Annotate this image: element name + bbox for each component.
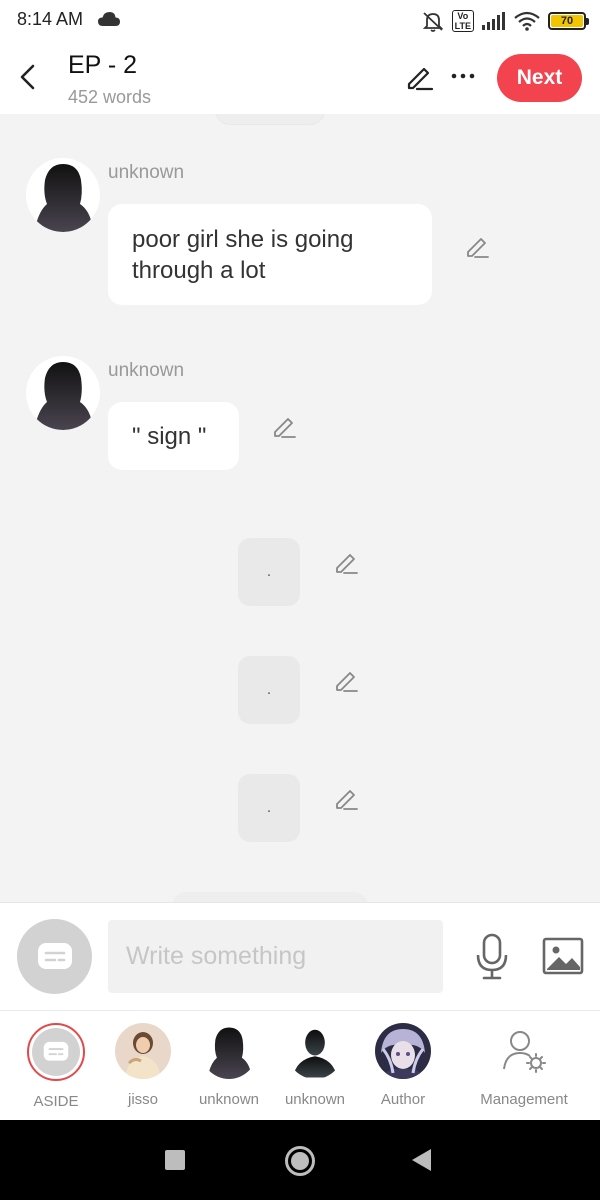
avatar [201, 1023, 257, 1079]
avatar [27, 1023, 85, 1081]
composer [0, 902, 600, 1010]
female-silhouette-icon [36, 362, 92, 430]
avatar [287, 1023, 343, 1079]
home-button[interactable] [285, 1146, 315, 1176]
narration-bubble[interactable]: . [238, 538, 300, 606]
chat-area[interactable]: unknown poor girl she is going through a … [0, 114, 600, 902]
male-silhouette-icon [293, 1029, 337, 1078]
message-sender: unknown [108, 162, 185, 183]
editor-header: EP - 2 452 words Next [0, 42, 600, 114]
volte-bottom: LTE [454, 21, 471, 31]
message-input[interactable] [108, 920, 443, 993]
avatar-unknown-silhouette[interactable] [26, 158, 100, 232]
narration-bubble[interactable]: . [238, 656, 300, 724]
next-item-peek [172, 892, 368, 902]
back-nav-button[interactable] [412, 1149, 431, 1171]
character-label: unknown [284, 1091, 346, 1108]
character-aside[interactable]: ASIDE [11, 1023, 101, 1110]
wifi-icon [514, 11, 540, 31]
status-bar: 8:14 AM Vo LTE 70 [0, 0, 600, 42]
aside-chat-icon [43, 1041, 69, 1061]
back-button[interactable] [14, 62, 40, 92]
recent-apps-button[interactable] [165, 1150, 185, 1170]
edit-message-icon[interactable] [464, 234, 490, 260]
cloud-icon [98, 12, 120, 26]
female-silhouette-icon [208, 1027, 251, 1079]
message-bubble[interactable]: " sign " [108, 402, 239, 470]
character-jisso[interactable]: jisso [98, 1023, 188, 1108]
character-label: Management [480, 1091, 568, 1108]
volte-top: Vo [457, 11, 469, 21]
status-time: 8:14 AM [17, 9, 84, 29]
chevron-left-icon [20, 64, 35, 90]
character-label: Author [380, 1091, 426, 1108]
jisso-photo-avatar [115, 1023, 171, 1079]
edit-title-button[interactable] [404, 62, 434, 92]
signal-icon [482, 12, 505, 30]
edit-narration-icon[interactable] [333, 668, 359, 694]
edit-narration-icon[interactable] [333, 550, 359, 576]
author-anime-avatar [375, 1023, 431, 1079]
character-unknown-female[interactable]: unknown [184, 1023, 274, 1108]
character-label: jisso [127, 1091, 158, 1108]
narration-bubble[interactable]: . [238, 774, 300, 842]
page-title: EP - 2 [68, 51, 138, 79]
character-author[interactable]: Author [358, 1023, 448, 1108]
next-button[interactable]: Next [497, 54, 582, 102]
message-text: poor girl she is going through a lot [132, 225, 354, 284]
battery-icon: 70 [548, 12, 589, 30]
avatar [375, 1023, 431, 1079]
character-label: unknown [198, 1091, 260, 1108]
microphone-icon[interactable] [474, 933, 510, 981]
volte-icon: Vo LTE [451, 10, 474, 32]
message-sender: unknown [108, 360, 185, 381]
aside-chat-icon [37, 942, 72, 969]
message-bubble[interactable]: poor girl she is going through a lot [108, 204, 432, 305]
avatar-unknown-silhouette[interactable] [26, 356, 100, 430]
alarm-off-icon [422, 12, 443, 32]
avatar [115, 1023, 171, 1079]
status-icons: Vo LTE 70 [422, 9, 589, 33]
edit-message-icon[interactable] [271, 414, 297, 440]
system-nav-bar [0, 1120, 600, 1200]
battery-level: 70 [551, 15, 583, 27]
character-label: ASIDE [33, 1093, 79, 1110]
previous-item-peek [216, 114, 324, 124]
character-bar: ASIDE jisso unknown unknown Author Manag… [0, 1010, 600, 1120]
user-settings-icon [503, 1031, 546, 1073]
image-icon[interactable] [542, 937, 584, 975]
word-count: 452 words [68, 87, 152, 107]
character-management[interactable]: Management [479, 1023, 569, 1108]
message-text: " sign " [132, 422, 207, 450]
female-silhouette-icon [36, 164, 92, 232]
edit-narration-icon[interactable] [333, 786, 359, 812]
aside-toggle-button[interactable] [17, 919, 92, 994]
character-unknown-male[interactable]: unknown [270, 1023, 360, 1108]
avatar [496, 1023, 552, 1079]
more-options-icon[interactable] [450, 66, 476, 86]
